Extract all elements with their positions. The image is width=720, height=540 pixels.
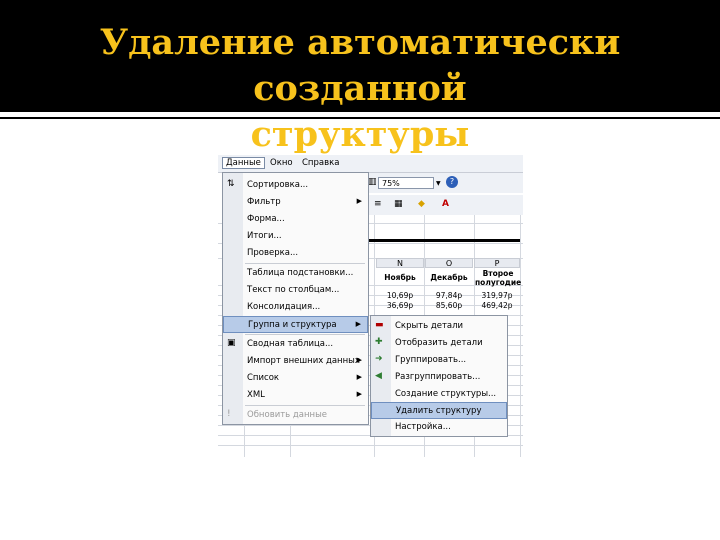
submenu-item-group[interactable]: ➜ Группировать...	[371, 352, 507, 369]
menu-item-validation[interactable]: Проверка...	[223, 245, 368, 262]
chevron-down-icon[interactable]: ▼	[436, 180, 441, 187]
chevron-right-icon: ▶	[356, 390, 362, 398]
chevron-right-icon: ▶	[356, 373, 362, 381]
table-cell[interactable]: 85,60р	[425, 301, 473, 310]
submenu-item-hide-detail[interactable]: ▬ Скрыть детали	[371, 318, 507, 335]
table-cell[interactable]: Декабрь	[425, 273, 473, 282]
submenu-item-clear-outline[interactable]: Удалить структуру	[371, 402, 507, 419]
chart-icon[interactable]: ▥	[368, 177, 377, 187]
menu-bar: Данные Окно Справка	[218, 155, 523, 173]
menu-item-refresh: ! Обновить данные	[227, 409, 328, 420]
title-divider	[0, 117, 720, 119]
slide-title: Удаление автоматически созданной структу…	[0, 20, 720, 158]
menu-item-data-table[interactable]: Таблица подстановки...	[223, 265, 368, 282]
column-header[interactable]: N	[376, 258, 424, 268]
table-cell[interactable]: 10,69р	[376, 291, 424, 300]
column-header[interactable]: P	[474, 258, 520, 268]
excel-screenshot: Данные Окно Справка 75% ▼ ? ▥ ≡ ▦ ◆ A N …	[218, 155, 523, 457]
fill-color-icon[interactable]: ◆	[418, 199, 425, 209]
borders-icon[interactable]: ▦	[394, 199, 403, 209]
table-cell[interactable]: 319,97р	[474, 291, 520, 300]
header-border	[368, 239, 520, 242]
submenu-item-show-detail[interactable]: ✚ Отобразить детали	[371, 335, 507, 352]
chevron-right-icon: ▶	[356, 197, 362, 205]
show-detail-icon: ✚	[375, 337, 383, 347]
menu-data[interactable]: Данные	[222, 157, 265, 169]
table-cell[interactable]: 469,42р	[474, 301, 520, 310]
menu-item-list[interactable]: Список ▶	[223, 370, 368, 387]
chevron-right-icon: ▶	[356, 356, 362, 364]
table-cell[interactable]: 36,69р	[376, 301, 424, 310]
table-cell[interactable]: Второе полугодие	[475, 269, 521, 287]
group-icon: ➜	[375, 354, 383, 364]
menu-item-subtotals[interactable]: Итоги...	[223, 228, 368, 245]
zoom-select[interactable]: 75%	[378, 177, 434, 189]
submenu-item-auto-outline[interactable]: Создание структуры...	[371, 386, 507, 403]
menu-item-xml[interactable]: XML ▶	[223, 387, 368, 404]
column-header[interactable]: O	[425, 258, 473, 268]
hide-detail-icon: ▬	[375, 320, 384, 330]
menu-item-group-outline[interactable]: Группа и структура ▶	[223, 316, 368, 333]
menu-item-pivot[interactable]: ▣ Сводная таблица...	[223, 336, 368, 353]
menu-item-consolidate[interactable]: Консолидация...	[223, 299, 368, 316]
chevron-right-icon: ▶	[355, 320, 361, 328]
submenu-item-settings[interactable]: Настройка...	[371, 419, 507, 436]
sort-icon: ⇅	[227, 179, 235, 189]
menu-item-form[interactable]: Форма...	[223, 211, 368, 228]
ungroup-icon: ◀	[375, 371, 382, 381]
data-menu: ⇅ Сортировка... Фильтр ▶ Форма... Итоги.…	[222, 172, 369, 425]
menu-help[interactable]: Справка	[302, 158, 339, 168]
submenu-item-ungroup[interactable]: ◀ Разгруппировать...	[371, 369, 507, 386]
menu-item-text-to-columns[interactable]: Текст по столбцам...	[223, 282, 368, 299]
menu-window[interactable]: Окно	[270, 158, 293, 168]
menu-item-sort[interactable]: ⇅ Сортировка...	[223, 177, 368, 194]
font-color-icon[interactable]: A	[442, 199, 449, 209]
slide-title-line1: Удаление автоматически созданной	[99, 22, 621, 109]
table-cell[interactable]: Ноябрь	[376, 273, 424, 282]
align-icon[interactable]: ≡	[374, 199, 382, 209]
refresh-icon: !	[227, 409, 231, 419]
group-outline-submenu: ▬ Скрыть детали ✚ Отобразить детали ➜ Гр…	[370, 315, 508, 437]
menu-item-import[interactable]: Импорт внешних данных ▶	[223, 353, 368, 370]
table-cell[interactable]: 97,84р	[425, 291, 473, 300]
help-icon[interactable]: ?	[446, 176, 458, 188]
pivot-icon: ▣	[227, 338, 236, 348]
menu-item-filter[interactable]: Фильтр ▶	[223, 194, 368, 211]
